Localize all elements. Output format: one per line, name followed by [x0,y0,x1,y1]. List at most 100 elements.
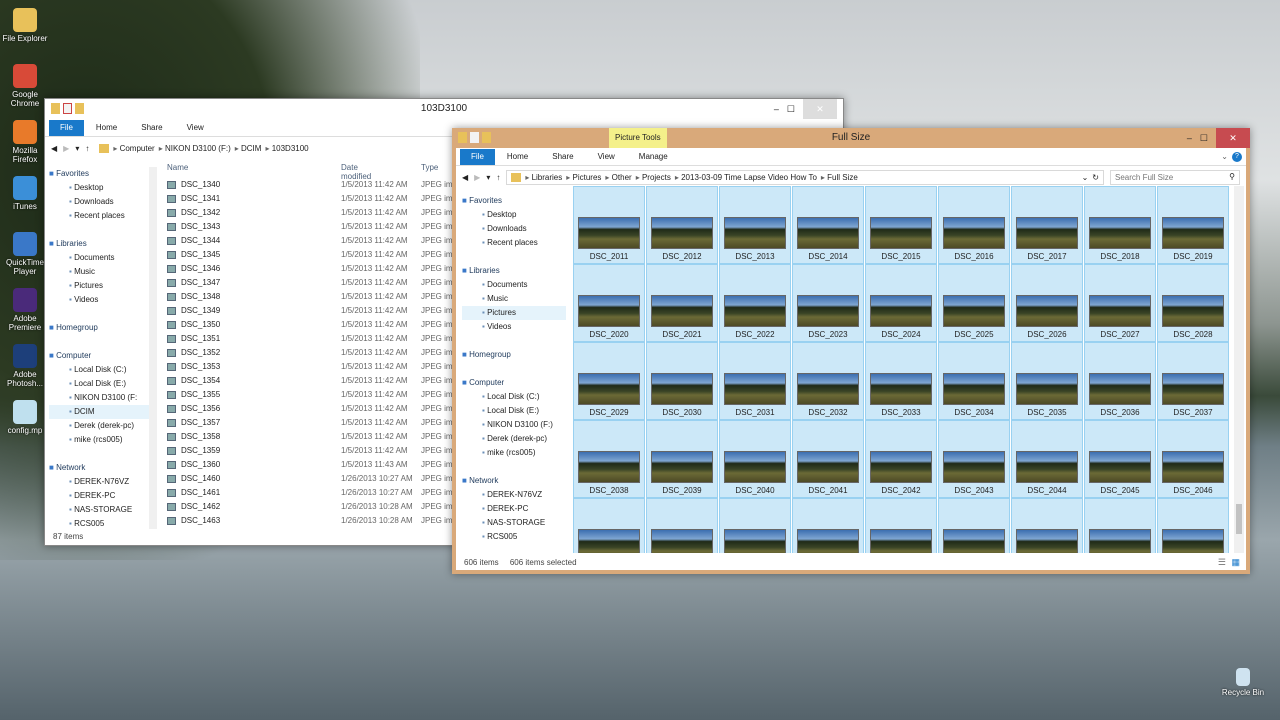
properties-icon[interactable] [470,132,479,143]
content-scrollbar[interactable] [1234,186,1244,553]
tab-file[interactable]: File [460,148,495,165]
thumbnail-item[interactable]: DSC_2016 [938,186,1010,264]
thumbnail-item[interactable]: DSC_2040 [719,420,791,498]
thumbnail-item[interactable]: DSC_2037 [1157,342,1229,420]
file-row[interactable]: DSC_1346 1/5/2013 11:42 AM JPEG image [167,262,467,276]
nav-item-nikon-d3100-f[interactable]: ▪ NIKON D3100 (F:) [462,418,566,432]
file-row[interactable]: DSC_1358 1/5/2013 11:42 AM JPEG image [167,430,467,444]
nav-item-downloads[interactable]: ▪ Downloads [462,222,566,236]
thumbnail-item[interactable]: DSC_2017 [1011,186,1083,264]
nav-item-computer[interactable]: ■ Computer [49,349,149,363]
breadcrumb[interactable]: LibrariesPicturesOther Projects 2013-03-09… [506,169,1104,185]
nav-item-videos[interactable]: ▪ Videos [462,320,566,334]
tab-home[interactable]: Home [84,123,129,132]
file-row[interactable]: DSC_1340 1/5/2013 11:42 AM JPEG image [167,178,467,192]
up-button[interactable]: ↑ [496,173,500,182]
thumbnail-item[interactable]: DSC_2047 [573,498,645,553]
nav-item-nas-storage[interactable]: ▪ NAS-STORAGE [49,503,149,517]
nav-item-recent-places[interactable]: ▪ Recent places [49,209,149,223]
nav-item-pictures[interactable]: ▪ Pictures [462,306,566,320]
thumbnail-item[interactable]: DSC_2032 [792,342,864,420]
close-button[interactable]: ✕ [1216,128,1250,148]
nav-item-pictures[interactable]: ▪ Pictures [49,279,149,293]
nav-item-network[interactable]: ■ Network [49,461,149,475]
file-row[interactable]: DSC_1344 1/5/2013 11:42 AM JPEG image [167,234,467,248]
file-row[interactable]: DSC_1360 1/5/2013 11:43 AM JPEG image [167,458,467,472]
nav-item-network[interactable]: ■ Network [462,474,566,488]
desktop-icon-recycle-bin[interactable]: Recycle Bin [1218,668,1268,697]
up-button[interactable]: ↑ [85,144,89,153]
file-row[interactable]: DSC_1345 1/5/2013 11:42 AM JPEG image [167,248,467,262]
nav-scrollbar[interactable] [149,167,157,529]
nav-item-recent-places[interactable]: ▪ Recent places [462,236,566,250]
thumbnail-item[interactable]: DSC_2052 [938,498,1010,553]
thumbnail-item[interactable]: DSC_2023 [792,264,864,342]
nav-item-local-disk-c[interactable]: ▪ Local Disk (C:) [462,390,566,404]
thumbnail-item[interactable]: DSC_2031 [719,342,791,420]
tab-share[interactable]: Share [540,152,585,161]
nav-item-rcs005[interactable]: ▪ RCS005 [462,530,566,544]
file-row[interactable]: DSC_1461 1/26/2013 10:27 AM JPEG image [167,486,467,500]
thumbnail-item[interactable]: DSC_2034 [938,342,1010,420]
thumbnail-item[interactable]: DSC_2036 [1084,342,1156,420]
breadcrumb-full-size[interactable]: Full Size [821,173,858,182]
file-row[interactable]: DSC_1349 1/5/2013 11:42 AM JPEG image [167,304,467,318]
thumbnail-item[interactable]: DSC_2015 [865,186,937,264]
nav-item-mike-rcs005[interactable]: ▪ mike (rcs005) [49,433,149,447]
forward-button[interactable]: ▶ [63,144,69,153]
thumbnail-item[interactable]: DSC_2022 [719,264,791,342]
file-row[interactable]: DSC_1359 1/5/2013 11:42 AM JPEG image [167,444,467,458]
nav-item-videos[interactable]: ▪ Videos [49,293,149,307]
file-row[interactable]: DSC_1342 1/5/2013 11:42 AM JPEG image [167,206,467,220]
address-dropdown-icon[interactable]: ⌄ [1082,173,1089,182]
back-button[interactable]: ◀ [462,173,468,182]
properties-icon[interactable] [63,103,72,114]
nav-item-dcim[interactable]: ▪ DCIM [49,405,149,419]
thumbnail-item[interactable]: DSC_2019 [1157,186,1229,264]
minimize-button[interactable]: – [774,99,779,119]
nav-item-derek-n76vz[interactable]: ▪ DEREK-N76VZ [49,475,149,489]
thumbnail-item[interactable]: DSC_2054 [1084,498,1156,553]
thumbnail-item[interactable]: DSC_2013 [719,186,791,264]
thumbnail-item[interactable]: DSC_2014 [792,186,864,264]
file-row[interactable]: DSC_1463 1/26/2013 10:28 AM JPEG image [167,514,467,528]
maximize-button[interactable]: ☐ [787,99,795,119]
nav-item-rcs005[interactable]: ▪ RCS005 [49,517,149,531]
recent-locations-icon[interactable]: ▾ [486,173,490,182]
nav-item-music[interactable]: ▪ Music [462,292,566,306]
tab-share[interactable]: Share [129,123,174,132]
thumbnail-item[interactable]: DSC_2033 [865,342,937,420]
nav-item-music[interactable]: ▪ Music [49,265,149,279]
nav-item-libraries[interactable]: ■ Libraries [462,264,566,278]
thumbnail-item[interactable]: DSC_2039 [646,420,718,498]
file-row[interactable]: DSC_1356 1/5/2013 11:42 AM JPEG image [167,402,467,416]
thumbnail-item[interactable]: DSC_2050 [792,498,864,553]
nav-item-nas-storage[interactable]: ▪ NAS-STORAGE [462,516,566,530]
thumbnail-item[interactable]: DSC_2018 [1084,186,1156,264]
nav-item-local-disk-e[interactable]: ▪ Local Disk (E:) [462,404,566,418]
breadcrumb-computer[interactable]: Computer [113,144,155,153]
thumbnail-item[interactable]: DSC_2051 [865,498,937,553]
file-row[interactable]: DSC_1348 1/5/2013 11:42 AM JPEG image [167,290,467,304]
details-view-button[interactable]: ☰ [1218,557,1226,568]
nav-item-computer[interactable]: ■ Computer [462,376,566,390]
desktop-icon-mozilla-firefox[interactable]: Mozilla Firefox [2,120,48,164]
desktop-icon-adobe-premiere[interactable]: Adobe Premiere [2,288,48,332]
nav-item-desktop[interactable]: ▪ Desktop [462,208,566,222]
tab-file[interactable]: File [49,119,84,136]
file-row[interactable]: DSC_1352 1/5/2013 11:42 AM JPEG image [167,346,467,360]
file-row[interactable]: DSC_1350 1/5/2013 11:42 AM JPEG image [167,318,467,332]
thumbnail-item[interactable]: DSC_2046 [1157,420,1229,498]
file-row[interactable]: DSC_1341 1/5/2013 11:42 AM JPEG image [167,192,467,206]
column-header-name[interactable]: Name [167,163,188,172]
breadcrumb-dcim[interactable]: DCIM [235,144,261,153]
maximize-button[interactable]: ☐ [1200,128,1208,148]
nav-item-libraries[interactable]: ■ Libraries [49,237,149,251]
nav-item-derek-pc[interactable]: ▪ DEREK-PC [49,489,149,503]
help-icon[interactable]: ? [1232,151,1242,162]
nav-item-local-disk-e[interactable]: ▪ Local Disk (E:) [49,377,149,391]
breadcrumb-nikon-d3100-f[interactable]: NIKON D3100 (F:) [159,144,231,153]
nav-item-derek-derek-pc[interactable]: ▪ Derek (derek-pc) [462,432,566,446]
nav-item-downloads[interactable]: ▪ Downloads [49,195,149,209]
file-row[interactable]: DSC_1347 1/5/2013 11:42 AM JPEG image [167,276,467,290]
